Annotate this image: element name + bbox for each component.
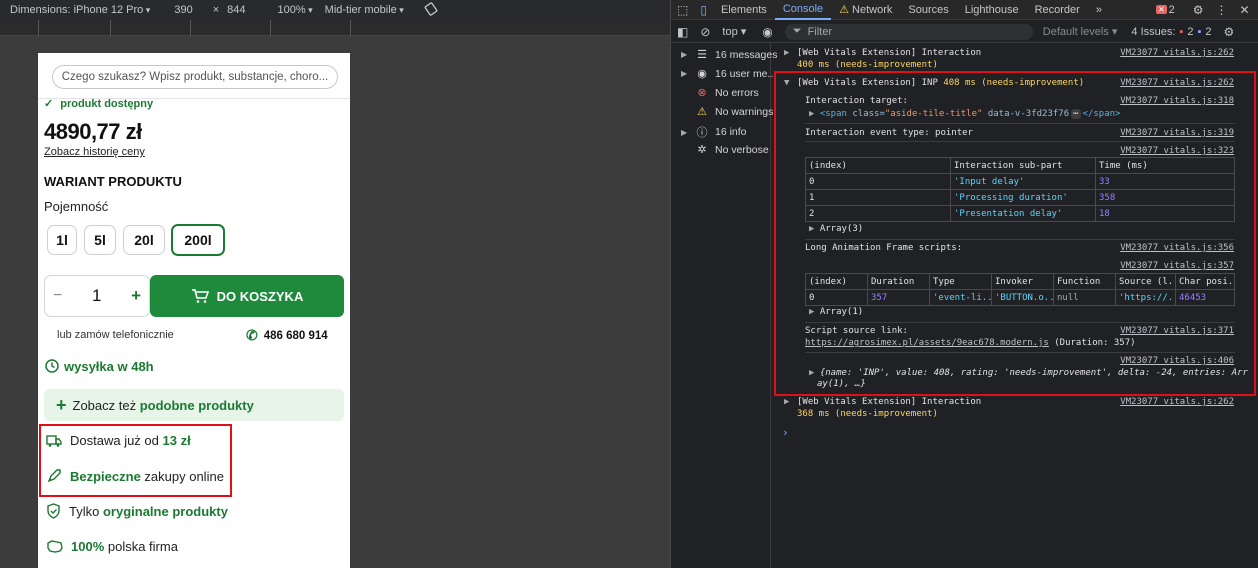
- qty-value[interactable]: 1: [92, 286, 101, 306]
- device-select[interactable]: Dimensions: iPhone 12 Pro: [10, 4, 150, 16]
- highlight-box-features: [39, 424, 232, 497]
- phone-order-text: lub zamów telefonicznie: [57, 329, 174, 341]
- console-toolbar: ◧ ⊘ top ▾ ◉ ⏷ Filter Default levels ▾ 4 I…: [671, 21, 1258, 43]
- shipping-text: wysyłka w 48h: [64, 358, 154, 374]
- msg3-title: [Web Vitals Extension] Interaction: [797, 397, 982, 407]
- info-icon: ⓘ: [696, 127, 708, 139]
- expand-arrow-icon[interactable]: ▶: [784, 397, 789, 407]
- device-toolbar: Dimensions: iPhone 12 Pro 390 × 844 100%…: [0, 0, 670, 20]
- variant-1l[interactable]: 1l: [47, 225, 77, 255]
- shipping-info: wysyłka w 48h: [44, 358, 154, 374]
- msg1-value: 400 ms (needs-improvement): [797, 60, 938, 70]
- settings-gear-icon[interactable]: ⚙: [1187, 3, 1210, 17]
- availability-text: produkt dostępny: [60, 97, 154, 110]
- sidebar-item-warnings[interactable]: ⚠ No warnings: [681, 105, 773, 119]
- height-input[interactable]: 844: [227, 4, 245, 16]
- zoom-select[interactable]: 100%: [277, 4, 312, 16]
- error-icon: ⊗: [697, 87, 707, 99]
- width-input[interactable]: 390: [174, 4, 192, 16]
- ruler: [0, 20, 670, 36]
- similar-label: Zobacz też podobne produkty: [72, 397, 254, 413]
- levels-select[interactable]: Default levels ▾: [1043, 25, 1118, 38]
- filter-input[interactable]: ⏷ Filter: [784, 23, 1033, 40]
- tab-console[interactable]: Console: [774, 0, 832, 20]
- sidebar-item-info[interactable]: ▶ ⓘ 16 info: [681, 124, 747, 140]
- clear-console-icon[interactable]: ⊘: [694, 25, 716, 39]
- issues-button[interactable]: 4 Issues: ▪ 2 ▪ 2: [1131, 26, 1211, 38]
- inspect-icon[interactable]: ⬚: [671, 3, 694, 17]
- plus-icon: +: [56, 394, 67, 415]
- check-icon: ✓: [44, 98, 54, 110]
- issues-info-icon: ▪: [1197, 25, 1202, 38]
- quantity-stepper: − 1 +: [44, 275, 150, 317]
- highlight-box-inp: [774, 71, 1256, 396]
- filter-icon: ⏷: [792, 25, 802, 37]
- network-warning-icon: ⚠: [839, 4, 850, 16]
- device-emulation-pane: Dimensions: iPhone 12 Pro 390 × 844 100%…: [0, 0, 670, 568]
- tab-network[interactable]: ⚠ Network: [831, 0, 900, 20]
- console-sidebar: ▶ ☰ 16 messages ▶ ◉ 16 user me... ⊗ No errors…: [671, 43, 777, 568]
- poland-map-icon: [47, 540, 63, 553]
- similar-products-button[interactable]: + Zobacz też podobne produkty: [44, 389, 344, 421]
- sidebar-item-user-messages[interactable]: ▶ ◉ 16 user me...: [681, 67, 776, 81]
- price-history-link[interactable]: Zobacz historię ceny: [44, 146, 145, 158]
- error-count-icon: ✕: [1155, 5, 1167, 14]
- msg3-value: 368 ms (needs-improvement): [797, 409, 938, 419]
- user-icon: ◉: [697, 68, 707, 80]
- capacity-label: Pojemność: [44, 199, 109, 214]
- variant-20l[interactable]: 20l: [123, 225, 165, 255]
- console-prompt[interactable]: ›: [782, 426, 789, 439]
- original-products-feature: Tylko oryginalne produkty: [46, 503, 228, 519]
- sidebar-item-verbose[interactable]: ✲ No verbose: [681, 143, 768, 157]
- add-to-cart-label: DO KOSZYKA: [216, 288, 304, 304]
- console-settings-icon[interactable]: ⚙: [1217, 25, 1240, 39]
- error-badge[interactable]: ✕ 2: [1155, 4, 1175, 16]
- shipping-clock-icon: [45, 359, 59, 373]
- qty-minus-button[interactable]: −: [53, 287, 62, 305]
- polish-company-feature: 100% polska firma: [46, 539, 178, 554]
- more-tabs-button[interactable]: »: [1088, 0, 1110, 20]
- list-icon: ☰: [697, 49, 707, 61]
- phone-number[interactable]: ✆ 486 680 914: [246, 327, 328, 344]
- phone-number-text: 486 680 914: [263, 329, 328, 342]
- tab-sources[interactable]: Sources: [900, 0, 956, 20]
- search-input[interactable]: Czego szukasz? Wpisz produkt, substancje…: [52, 65, 338, 89]
- times-sign: ×: [212, 4, 220, 16]
- product-price: 4890,77 zł: [44, 119, 142, 144]
- expand-arrow-icon[interactable]: ▶: [784, 48, 789, 58]
- tab-recorder[interactable]: Recorder: [1027, 0, 1088, 20]
- sidebar-toggle-icon[interactable]: ◧: [671, 25, 694, 39]
- sidebar-item-errors[interactable]: ⊗ No errors: [681, 86, 758, 100]
- msg1-source-link[interactable]: VM23077 vitals.js:262: [1120, 48, 1234, 58]
- issues-error-icon: ▪: [1179, 25, 1184, 38]
- throttle-select[interactable]: Mid-tier mobile: [325, 4, 404, 16]
- qty-plus-button[interactable]: +: [131, 286, 141, 306]
- rotate-icon[interactable]: [424, 1, 438, 19]
- msg1-title: [Web Vitals Extension] Interaction: [797, 48, 982, 58]
- kebab-menu-icon[interactable]: ⋮: [1210, 3, 1234, 17]
- msg3-source-link[interactable]: VM23077 vitals.js:262: [1120, 397, 1234, 407]
- sidebar-item-messages[interactable]: ▶ ☰ 16 messages: [681, 48, 777, 62]
- phone-icon: ✆: [246, 327, 258, 343]
- shield-check-icon: [47, 503, 60, 519]
- devtools-tabbar: ⬚ ▯ Elements Console ⚠ Network Sources Li…: [671, 0, 1258, 20]
- warning-icon: ⚠: [697, 106, 707, 118]
- cart-icon: [191, 289, 209, 303]
- close-icon[interactable]: ✕: [1234, 3, 1256, 17]
- eye-icon[interactable]: ◉: [756, 25, 778, 39]
- availability: ✓ produkt dostępny: [44, 97, 154, 111]
- context-select[interactable]: top ▾: [722, 25, 746, 38]
- tab-elements[interactable]: Elements: [713, 0, 775, 20]
- variant-5l[interactable]: 5l: [84, 225, 116, 255]
- add-to-cart-button[interactable]: DO KOSZYKA: [150, 275, 344, 317]
- tab-lighthouse[interactable]: Lighthouse: [957, 0, 1027, 20]
- variant-200l[interactable]: 200l: [171, 224, 225, 256]
- verbose-icon: ✲: [697, 144, 707, 156]
- variant-title: WARIANT PRODUKTU: [44, 174, 182, 189]
- device-toggle-icon[interactable]: ▯: [694, 3, 713, 17]
